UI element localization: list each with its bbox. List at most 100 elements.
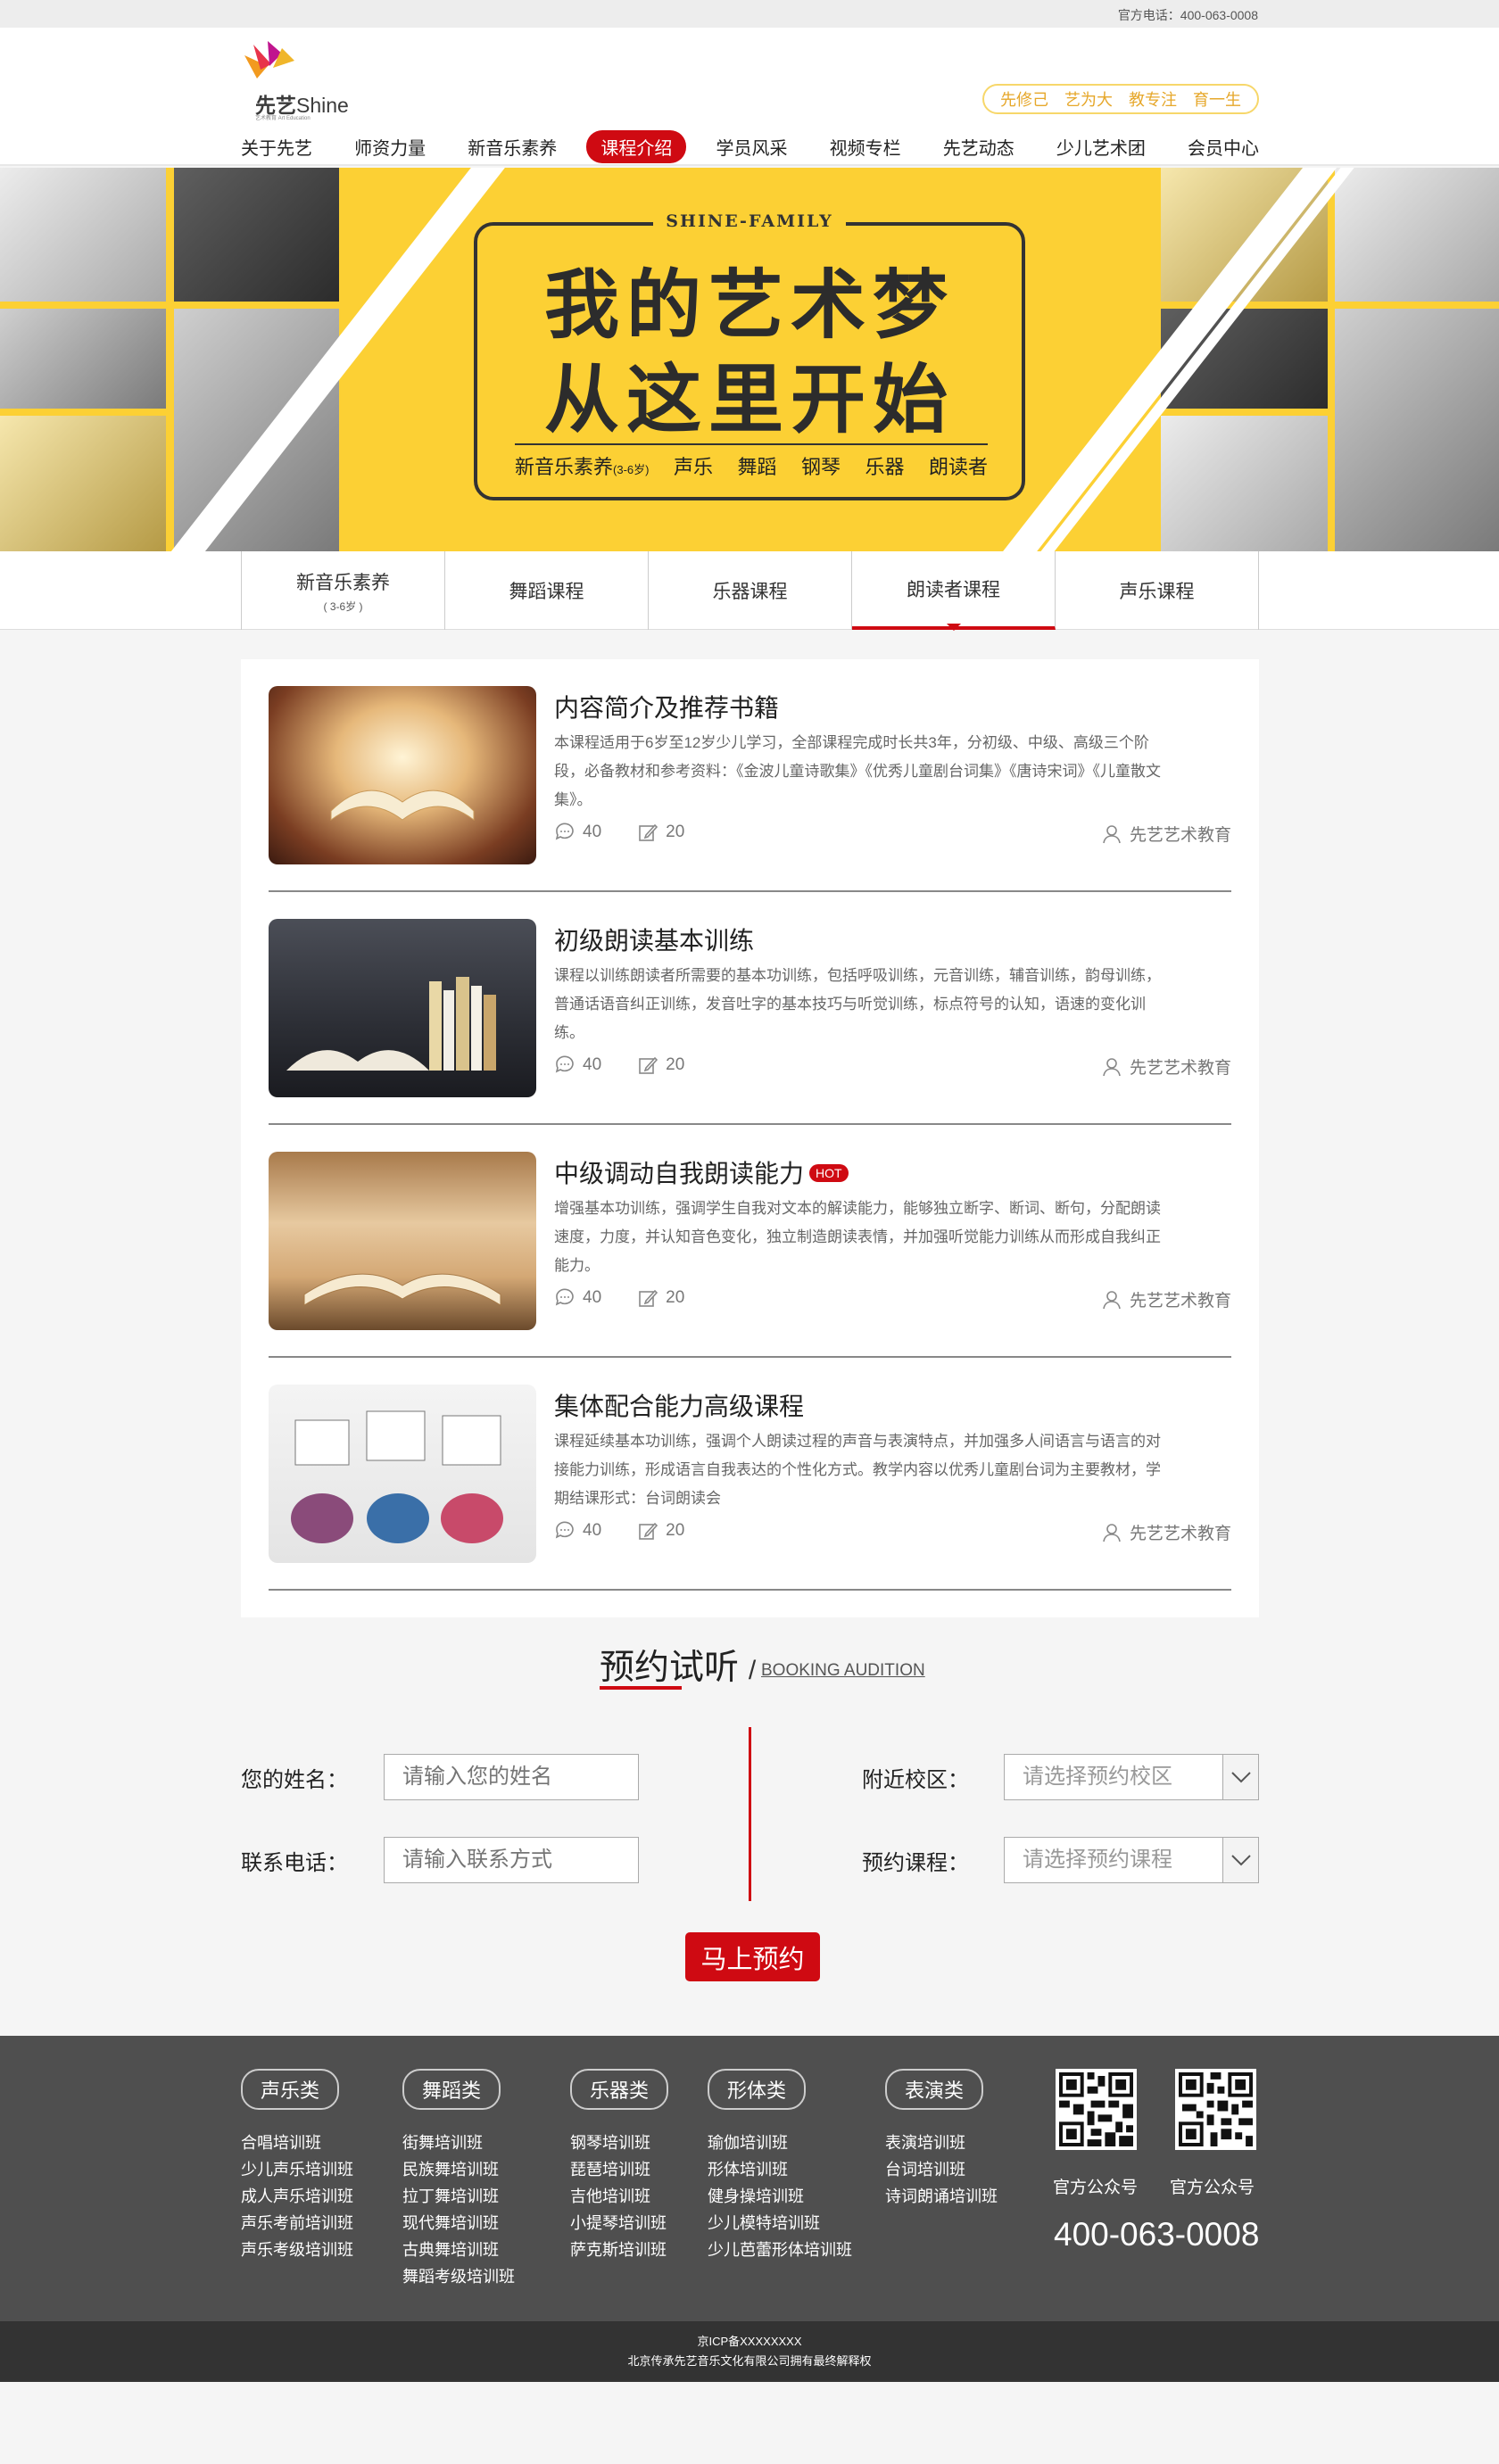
user-icon [1103, 1523, 1121, 1542]
edit-count[interactable]: 20 [637, 1287, 684, 1309]
footer-link[interactable]: 合唱培训班 [241, 2129, 353, 2156]
footer-link[interactable]: 少儿模特培训班 [708, 2210, 852, 2237]
tab-dance[interactable]: 舞蹈课程 [445, 551, 649, 630]
tab-instrument[interactable]: 乐器课程 [649, 551, 852, 630]
phone-input[interactable] [384, 1837, 639, 1883]
nav-news[interactable]: 先艺动态 [931, 130, 1027, 163]
chevron-down-icon[interactable] [1222, 1755, 1258, 1799]
banner-photo [0, 309, 166, 409]
footer-link[interactable]: 声乐考级培训班 [241, 2237, 353, 2263]
edit-count[interactable]: 20 [637, 1054, 684, 1076]
footer-link[interactable]: 健身操培训班 [708, 2183, 852, 2210]
footer-column-title[interactable]: 声乐类 [241, 2069, 340, 2110]
course-author: 先艺艺术教育 [1101, 1054, 1231, 1079]
list-item[interactable]: 内容简介及推荐书籍 本课程适用于6岁至12岁少儿学习，全部课程完成时长共3年，分… [269, 659, 1231, 892]
comment-count[interactable]: 40 [554, 1287, 601, 1309]
phone-label: 联系电话： [241, 1851, 348, 1875]
comment-count[interactable]: 40 [554, 1520, 601, 1542]
footer-link[interactable]: 少儿芭蕾形体培训班 [708, 2237, 852, 2263]
nav-member[interactable]: 会员中心 [1175, 130, 1259, 163]
book-now-button[interactable]: 马上预约 [685, 1932, 820, 1981]
banner-tag: 新音乐素养(3-6岁) [515, 456, 650, 478]
course-title[interactable]: 内容简介及推荐书籍 [554, 689, 779, 724]
footer-link[interactable]: 拉丁舞培训班 [402, 2183, 515, 2210]
footer-link[interactable]: 琵琶培训班 [570, 2156, 668, 2183]
footer-link[interactable]: 瑜伽培训班 [708, 2129, 852, 2156]
course-thumbnail[interactable] [269, 1152, 536, 1330]
footer-link[interactable]: 吉他培训班 [570, 2183, 668, 2210]
footer-link[interactable]: 小提琴培训班 [570, 2210, 668, 2237]
course-desc: 课程以训练朗读者所需要的基本功训练，包括呼吸训练，元音训练，辅音训练，韵母训练，… [554, 967, 1161, 1041]
edit-icon [639, 1522, 658, 1540]
footer-column-vocal: 声乐类 合唱培训班 少儿声乐培训班 成人声乐培训班 声乐考前培训班 声乐考级培训… [241, 2069, 353, 2263]
list-item[interactable]: 集体配合能力高级课程 课程延续基本功训练，强调个人朗读过程的声音与表演特点，并加… [269, 1358, 1231, 1591]
footer-link[interactable]: 诗词朗诵培训班 [885, 2183, 998, 2210]
comment-icon [555, 1521, 574, 1539]
banner-tag: 乐器 [865, 456, 905, 478]
campus-select[interactable]: 请选择预约校区 [1004, 1754, 1259, 1800]
edit-count[interactable]: 20 [637, 822, 684, 843]
slogan: 先修己 艺为大 教专注 育一生 [982, 84, 1259, 114]
nav-music-literacy[interactable]: 新音乐素养 [455, 130, 569, 163]
footer-column-title[interactable]: 形体类 [708, 2069, 807, 2110]
course-author: 先艺艺术教育 [1101, 822, 1231, 846]
footer-link[interactable]: 声乐考前培训班 [241, 2210, 353, 2237]
list-item[interactable]: 中级调动自我朗读能力 HOT 增强基本功训练，强调学生自我对文本的解读能力，能够独… [269, 1125, 1231, 1358]
brand-tagline: 艺术教育 Art Education [255, 116, 311, 121]
name-input[interactable] [384, 1754, 639, 1800]
footer-column-title[interactable]: 乐器类 [570, 2069, 669, 2110]
tab-reader[interactable]: 朗读者课程 [852, 551, 1056, 631]
course-author: 先艺艺术教育 [1101, 1520, 1231, 1544]
qr-code [1175, 2069, 1256, 2150]
footer-column-title[interactable]: 表演类 [885, 2069, 984, 2110]
booking-title: 预约试听 / [600, 1649, 757, 1687]
footer-column-instrument: 乐器类 钢琴培训班 琵琶培训班 吉他培训班 小提琴培训班 萨克斯培训班 [570, 2069, 669, 2263]
course-label: 预约课程： [862, 1851, 969, 1875]
chevron-down-icon[interactable] [1222, 1838, 1258, 1882]
comment-count[interactable]: 40 [554, 1054, 601, 1076]
nav-students[interactable]: 学员风采 [704, 130, 800, 163]
footer-link[interactable]: 萨克斯培训班 [570, 2237, 668, 2263]
footer-link[interactable]: 表演培训班 [885, 2129, 998, 2156]
nav-courses[interactable]: 课程介绍 [586, 129, 687, 163]
booking-subtitle: BOOKING AUDITION [761, 1661, 925, 1680]
banner-tag: 舞蹈 [737, 456, 777, 478]
comment-count[interactable]: 40 [554, 822, 601, 843]
tab-vocal[interactable]: 声乐课程 [1056, 551, 1259, 630]
footer-column-title[interactable]: 舞蹈类 [402, 2069, 501, 2110]
footer-link[interactable]: 古典舞培训班 [402, 2237, 515, 2263]
list-item[interactable]: 初级朗读基本训练 课程以训练朗读者所需要的基本功训练，包括呼吸训练，元音训练，辅… [269, 892, 1231, 1125]
banner-frame: SHINE-FAMILY 我的艺术梦 从这里开始 新音乐素养(3-6岁) 声乐 … [474, 211, 1025, 500]
company-notice: 北京传承先艺音乐文化有限公司拥有最终解释权 [627, 2354, 872, 2368]
slogan-item: 艺为大 [1064, 91, 1113, 109]
nav-about[interactable]: 关于先艺 [241, 130, 325, 163]
tab-music-literacy[interactable]: 新音乐素养( 3-6岁 ) [242, 551, 445, 630]
logo[interactable]: 先艺Shine 艺术教育 Art Education [241, 39, 375, 121]
course-title[interactable]: 中级调动自我朗读能力 HOT [554, 1154, 849, 1190]
course-title[interactable]: 集体配合能力高级课程 [554, 1387, 804, 1423]
footer-link[interactable]: 街舞培训班 [402, 2129, 515, 2156]
user-icon [1103, 1290, 1121, 1309]
qr-label: 官方公众号 [1170, 2179, 1255, 2197]
name-label: 您的姓名： [241, 1768, 348, 1792]
edit-icon [639, 1289, 658, 1307]
course-thumbnail[interactable] [269, 919, 536, 1097]
course-title[interactable]: 初级朗读基本训练 [554, 922, 754, 957]
course-select[interactable]: 请选择预约课程 [1004, 1837, 1259, 1883]
course-thumbnail[interactable] [269, 1385, 536, 1563]
footer-link[interactable]: 民族舞培训班 [402, 2156, 515, 2183]
banner-photo [174, 168, 339, 302]
footer-link[interactable]: 现代舞培训班 [402, 2210, 515, 2237]
nav-videos[interactable]: 视频专栏 [817, 130, 914, 163]
footer-link[interactable]: 少儿声乐培训班 [241, 2156, 353, 2183]
nav-teachers[interactable]: 师资力量 [342, 130, 438, 163]
footer-link[interactable]: 钢琴培训班 [570, 2129, 668, 2156]
footer-phone: 400-063-0008 [1054, 2216, 1260, 2253]
footer-link[interactable]: 台词培训班 [885, 2156, 998, 2183]
course-thumbnail[interactable] [269, 686, 536, 864]
footer-link[interactable]: 形体培训班 [708, 2156, 852, 2183]
edit-count[interactable]: 20 [637, 1520, 684, 1542]
footer-link[interactable]: 舞蹈考级培训班 [402, 2263, 515, 2290]
footer-link[interactable]: 成人声乐培训班 [241, 2183, 353, 2210]
nav-art-troupe[interactable]: 少儿艺术团 [1044, 130, 1158, 163]
